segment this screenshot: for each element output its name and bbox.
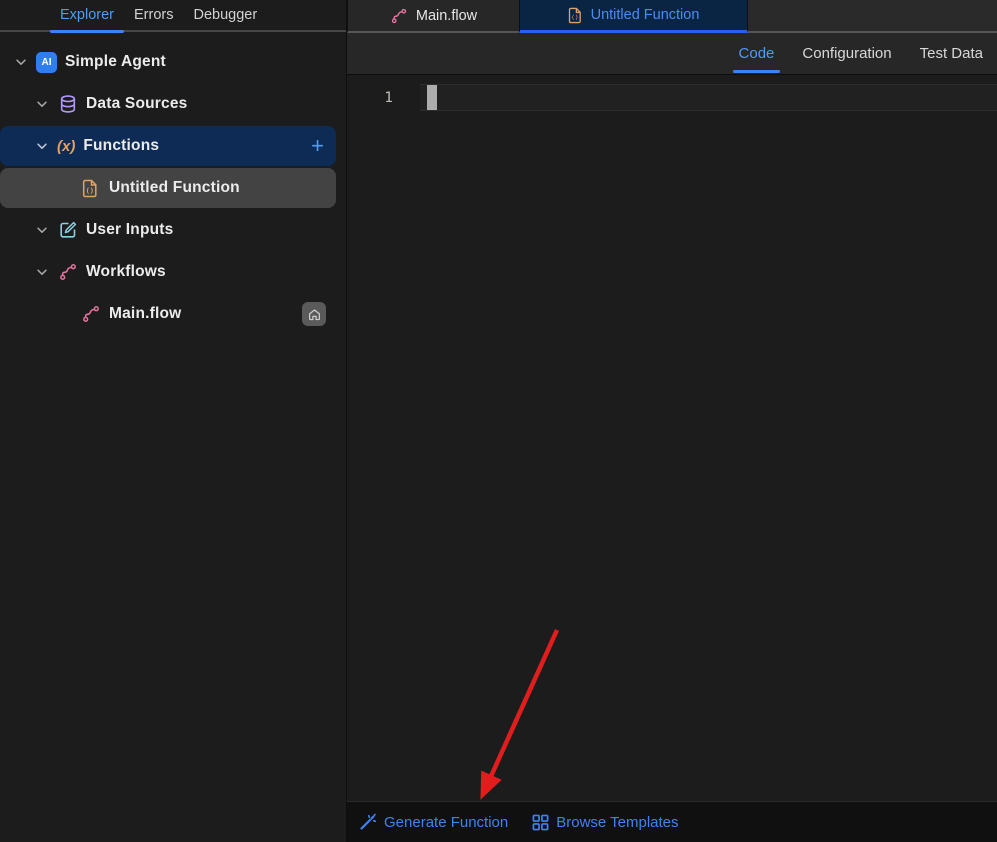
browse-templates-button[interactable]: Browse Templates [532,813,679,831]
tree-item-label: Functions [83,137,160,154]
tree-item-label: User Inputs [86,221,174,238]
function-file-icon: () [568,7,583,24]
tree-item-untitled-function[interactable]: () Untitled Function [0,168,336,208]
chevron-down-icon[interactable] [35,97,49,111]
tree-item-label: Main.flow [109,305,182,322]
editor-tab-label: Untitled Function [590,7,700,23]
tree-item-workflows[interactable]: Workflows [0,252,346,292]
view-tab-bar: Code Configuration Test Data [347,33,997,75]
sidebar: Explorer Errors Debugger AI Simple Agent [0,0,347,842]
sidebar-tab-bar: Explorer Errors Debugger [0,0,346,33]
tab-code[interactable]: Code [732,33,781,75]
current-line-highlight [420,84,997,111]
editor-tab-main-flow[interactable]: Main.flow [347,0,520,33]
tree-item-data-sources[interactable]: Data Sources [0,84,346,124]
footer-link-label: Generate Function [384,813,509,831]
app-window: Explorer Errors Debugger AI Simple Agent [0,0,997,842]
edit-pencil-icon [57,220,78,241]
editor-tab-untitled-function[interactable]: () Untitled Function [520,0,748,33]
magic-wand-icon [359,813,377,831]
code-area[interactable] [420,75,997,801]
tree-item-label: Untitled Function [109,179,240,196]
editor-footer-bar: Generate Function Browse Templates [347,801,997,842]
tree-item-simple-agent[interactable]: AI Simple Agent [0,42,346,82]
editor-tab-bar: Main.flow () Untitled Function [347,0,997,33]
chevron-down-icon[interactable] [35,223,49,237]
workflow-icon [57,262,78,283]
chevron-down-icon[interactable] [35,139,49,153]
line-number-gutter: 1 [347,75,420,801]
svg-text:(): () [571,14,578,21]
tree-item-label: Workflows [86,263,166,280]
generate-function-button[interactable]: Generate Function [359,813,508,831]
chevron-down-icon[interactable] [14,55,28,69]
add-function-button[interactable]: + [311,135,324,157]
explorer-tree: AI Simple Agent Data Sources (x) Functio… [0,32,346,842]
database-icon [57,94,78,115]
templates-grid-icon [532,814,549,831]
tree-item-functions[interactable]: (x) Functions + [0,126,336,166]
tree-item-main-flow[interactable]: Main.flow [0,294,346,334]
workflow-icon [80,304,101,325]
home-badge[interactable] [302,302,326,326]
svg-text:(): () [86,187,94,195]
tab-configuration[interactable]: Configuration [796,33,897,75]
footer-link-label: Browse Templates [556,813,679,831]
tab-errors[interactable]: Errors [124,0,183,31]
workflow-icon [390,7,408,25]
tree-item-user-inputs[interactable]: User Inputs [0,210,346,250]
function-file-icon: () [80,178,101,199]
editor-tab-label: Main.flow [415,7,478,24]
main-panel: Main.flow () Untitled Function Code Conf… [347,0,997,842]
code-editor[interactable]: 1 [347,75,997,801]
tree-item-label: Data Sources [86,95,188,112]
tab-debugger[interactable]: Debugger [183,0,267,31]
line-number: 1 [384,89,393,106]
ai-agent-icon: AI [36,51,57,73]
text-cursor [427,85,437,110]
function-parens-icon: (x) [57,137,76,155]
tree-item-label: Simple Agent [65,53,166,70]
chevron-down-icon[interactable] [35,265,49,279]
tab-test-data[interactable]: Test Data [914,33,989,75]
tab-explorer[interactable]: Explorer [50,0,124,33]
